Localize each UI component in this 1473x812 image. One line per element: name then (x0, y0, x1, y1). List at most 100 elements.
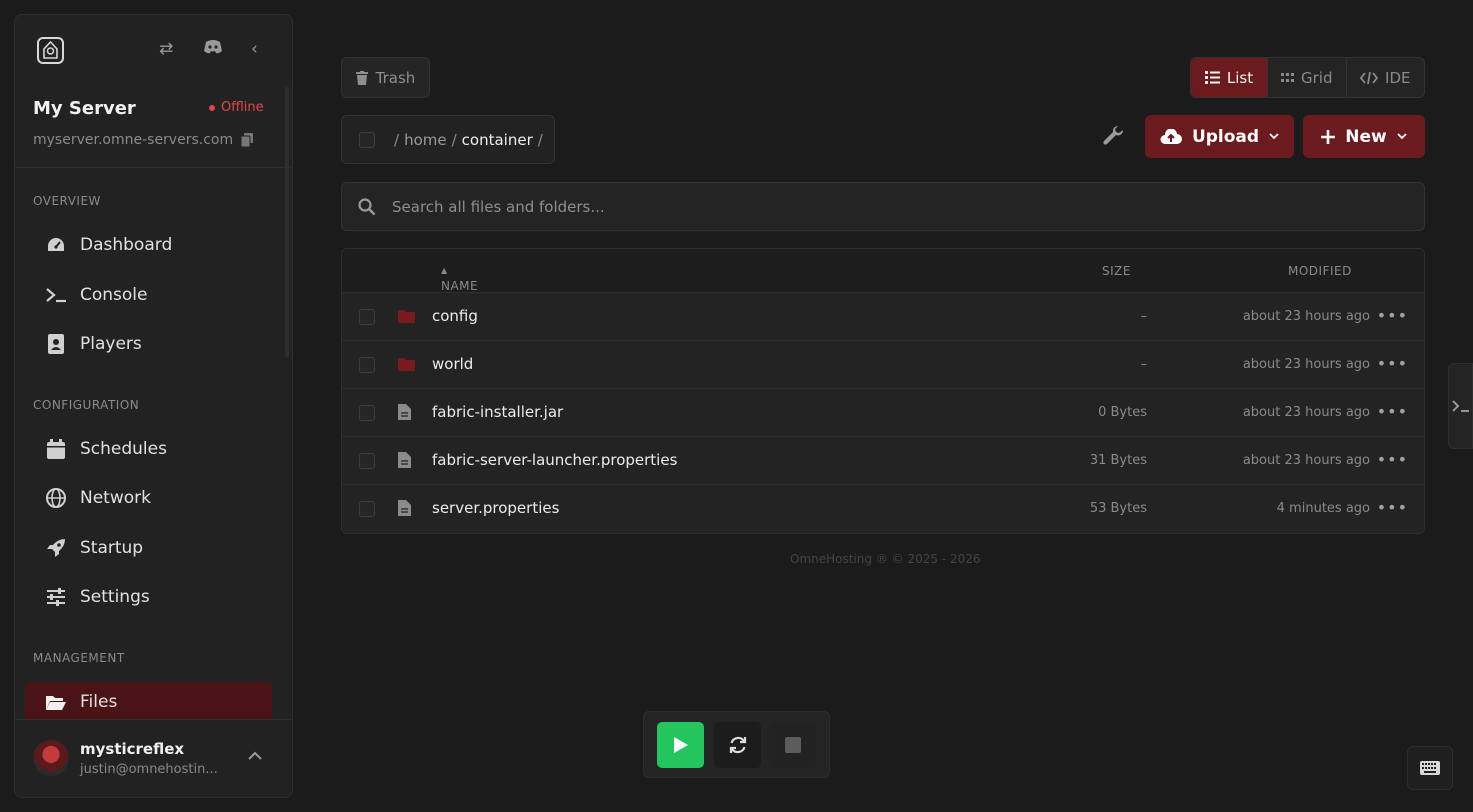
table-row[interactable]: config – about 23 hours ago ••• (342, 293, 1424, 341)
sidebar-item-players[interactable]: Players (25, 324, 272, 364)
list-icon (1204, 71, 1220, 84)
sidebar-scrollbar[interactable] (285, 87, 289, 357)
keyboard-shortcuts-button[interactable] (1407, 746, 1453, 790)
logo-icon[interactable] (37, 37, 64, 64)
table-row[interactable]: world – about 23 hours ago ••• (342, 341, 1424, 389)
status-badge: Offline (209, 100, 264, 115)
section-label-management: MANAGEMENT (33, 651, 125, 665)
table-row[interactable]: fabric-server-launcher.properties 31 Byt… (342, 437, 1424, 485)
restart-button[interactable] (714, 722, 761, 768)
status-text: Offline (221, 100, 264, 115)
avatar (33, 740, 69, 776)
breadcrumb-separator: / (394, 130, 400, 149)
row-checkbox[interactable] (359, 357, 375, 373)
status-dot-icon (209, 104, 215, 111)
file-size: 31 Bytes (1089, 453, 1147, 468)
file-name[interactable]: config (432, 307, 478, 325)
calendar-icon (45, 438, 67, 460)
folder-icon (398, 308, 415, 327)
sidebar-item-files[interactable]: Files (25, 682, 272, 722)
search-input[interactable] (392, 197, 1292, 216)
play-icon (673, 737, 688, 753)
footer-copyright: OmneHosting ® © 2025 - 2026 (790, 552, 981, 566)
file-modified: about 23 hours ago (1242, 357, 1370, 372)
sidebar-item-schedules[interactable]: Schedules (25, 429, 272, 469)
file-size: – (1140, 309, 1148, 324)
search-icon (358, 197, 376, 216)
more-options-icon[interactable]: ••• (1377, 450, 1408, 469)
globe-icon (45, 487, 67, 509)
breadcrumb-current: container (461, 130, 533, 149)
chevron-up-icon[interactable] (247, 746, 263, 765)
console-drawer-tab[interactable] (1448, 363, 1473, 449)
sidebar-item-label: Console (80, 285, 148, 305)
trash-button[interactable]: Trash (341, 57, 430, 98)
sidebar-item-dashboard[interactable]: Dashboard (25, 225, 272, 265)
user-menu[interactable]: mysticreflex justin@omnehostin... (15, 719, 292, 797)
sort-asc-icon: ▲ (441, 266, 448, 275)
table-row[interactable]: server.properties 53 Bytes 4 minutes ago… (342, 485, 1424, 533)
table-row[interactable]: fabric-installer.jar 0 Bytes about 23 ho… (342, 389, 1424, 437)
more-options-icon[interactable]: ••• (1377, 306, 1408, 325)
column-header-size[interactable]: SIZE (1102, 264, 1131, 278)
copy-icon[interactable] (241, 133, 254, 147)
file-name[interactable]: fabric-installer.jar (432, 403, 563, 421)
more-options-icon[interactable]: ••• (1377, 498, 1408, 517)
row-checkbox[interactable] (359, 501, 375, 517)
start-button[interactable] (657, 722, 704, 768)
file-size: – (1140, 357, 1148, 372)
cloud-upload-icon (1160, 128, 1182, 144)
row-checkbox[interactable] (359, 309, 375, 325)
table-header: NAME ▲ SIZE MODIFIED (342, 249, 1424, 293)
breadcrumb-home[interactable]: home (404, 131, 447, 149)
view-ide-button[interactable]: IDE (1347, 58, 1425, 97)
view-list-button[interactable]: List (1191, 58, 1268, 97)
view-ide-label: IDE (1385, 68, 1411, 87)
file-icon (398, 404, 411, 424)
server-name: My Server (33, 98, 136, 119)
select-all-checkbox[interactable] (359, 131, 375, 148)
sidebar-item-label: Schedules (80, 439, 167, 459)
file-name[interactable]: fabric-server-launcher.properties (432, 451, 677, 469)
sidebar-item-settings[interactable]: Settings (25, 577, 272, 617)
view-grid-button[interactable]: Grid (1268, 58, 1347, 97)
chevron-down-icon (1269, 133, 1279, 140)
column-header-name[interactable]: NAME ▲ (441, 264, 478, 293)
power-controls (643, 711, 830, 778)
sidebar-item-startup[interactable]: Startup (25, 528, 272, 568)
keyboard-icon (1420, 761, 1440, 775)
file-size: 0 Bytes (1098, 405, 1147, 420)
file-icon (398, 500, 411, 520)
search-bar (341, 182, 1425, 231)
sidebar-item-console[interactable]: Console (25, 275, 272, 315)
more-options-icon[interactable]: ••• (1377, 402, 1408, 421)
chevron-down-icon (1397, 133, 1407, 140)
file-table: NAME ▲ SIZE MODIFIED config – about 23 h… (341, 248, 1425, 534)
trash-button-label: Trash (375, 68, 416, 87)
trash-icon (355, 70, 368, 85)
column-header-modified[interactable]: MODIFIED (1288, 264, 1352, 278)
collapse-sidebar-icon[interactable]: ‹ (251, 39, 258, 59)
upload-button[interactable]: Upload (1145, 115, 1294, 158)
sidebar-item-label: Files (80, 692, 118, 712)
row-checkbox[interactable] (359, 453, 375, 469)
sidebar-item-network[interactable]: Network (25, 478, 272, 518)
file-name[interactable]: server.properties (432, 499, 559, 517)
discord-icon[interactable] (203, 39, 223, 60)
stop-icon (784, 737, 801, 753)
terminal-icon (1451, 400, 1469, 412)
row-checkbox[interactable] (359, 405, 375, 421)
more-options-icon[interactable]: ••• (1377, 354, 1408, 373)
sidebar-divider (15, 167, 292, 168)
sidebar-item-label: Network (80, 488, 151, 508)
file-modified: about 23 hours ago (1242, 309, 1370, 324)
contact-book-icon (45, 333, 67, 355)
user-email: justin@omnehostin... (80, 762, 218, 777)
wrench-icon[interactable] (1102, 124, 1126, 152)
new-button[interactable]: New (1303, 115, 1425, 158)
plus-icon (1321, 129, 1336, 144)
rocket-icon (45, 537, 67, 559)
file-name[interactable]: world (432, 355, 473, 373)
switch-server-icon[interactable]: ⇄ (159, 39, 173, 59)
stop-button[interactable] (769, 722, 816, 768)
